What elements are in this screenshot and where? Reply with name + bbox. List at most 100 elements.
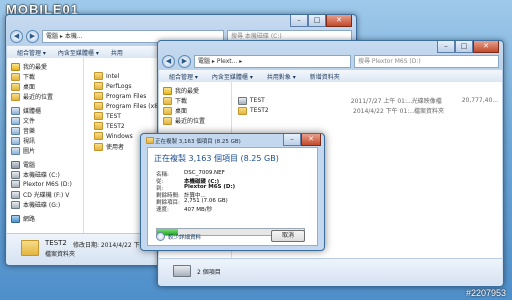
file-row[interactable]: TEST (94, 112, 121, 120)
nav-item[interactable]: 我的最愛 (163, 86, 199, 95)
star-icon (11, 62, 20, 71)
file-row[interactable]: PerfLogs (94, 82, 132, 90)
drive-icon (173, 265, 191, 277)
nav-item[interactable]: CD 光碟機 (F:) V (11, 190, 69, 199)
nav-item-label: CD 光碟機 (F:) V (23, 192, 70, 199)
address-bar[interactable]: 電腦 ▸ Plext... ▸ (194, 54, 351, 68)
nav-item[interactable]: 桌面 (11, 82, 35, 91)
share-button[interactable]: 共用 (111, 48, 123, 57)
folder-icon (163, 116, 172, 125)
folder-icon (94, 102, 103, 110)
nav-item-label: 最近的位置 (23, 94, 54, 101)
maximize-button[interactable]: □ (308, 15, 326, 27)
status-bar: 2 個項目 (159, 258, 502, 285)
nav-item[interactable]: 下載 (163, 96, 187, 105)
detail-row: 速度: 407 MB/秒 (156, 205, 212, 213)
nav-item[interactable]: 媒體櫃 (11, 106, 41, 115)
maximize-button[interactable]: □ (455, 41, 473, 53)
nav-item[interactable]: 文件 (11, 116, 35, 125)
nav-item[interactable]: 最近的位置 (163, 116, 205, 125)
folder-icon (94, 92, 103, 100)
file-name: TEST (106, 112, 121, 120)
organize-button[interactable]: 組合管理 ▾ (169, 72, 198, 81)
minimize-button[interactable]: – (437, 41, 455, 53)
search-input[interactable]: 搜尋 Plextor M6S (D:) (354, 54, 499, 68)
nav-item[interactable]: 音樂 (11, 126, 35, 135)
nav-item-label: 音樂 (23, 128, 36, 135)
back-arrow-icon[interactable]: ◀ (10, 29, 23, 43)
close-button[interactable]: ✕ (473, 41, 499, 53)
nav-item[interactable]: 電腦 (11, 160, 35, 169)
library-icon (11, 116, 20, 125)
cancel-button[interactable]: 取消 (271, 230, 305, 242)
nav-item[interactable]: 本機磁碟 (G:) (11, 200, 60, 209)
close-button[interactable]: ✕ (301, 134, 321, 146)
file-row[interactable]: Windows (94, 132, 133, 140)
file-row[interactable]: Intel (94, 72, 119, 80)
less-details-toggle[interactable]: 較少詳細資料 (156, 232, 201, 241)
forward-arrow-icon[interactable]: ▶ (178, 54, 191, 68)
minimize-button[interactable]: – (290, 15, 308, 27)
nav-item-label: 下載 (23, 74, 36, 81)
folder-icon (94, 112, 103, 120)
dialog-heading: 正在複製 3,163 個項目 (8.25 GB) (154, 154, 279, 163)
nav-item-label: 桌面 (175, 108, 188, 115)
nav-item[interactable]: Plextor M6S (D:) (11, 180, 72, 188)
nav-item-label: 視訊 (23, 138, 36, 145)
organize-button[interactable]: 組合管理 ▾ (17, 48, 46, 57)
nav-item[interactable]: 視訊 (11, 136, 35, 145)
file-row[interactable]: TEST2 2014/4/22 下午 01:... 檔案資料夾 (238, 106, 498, 115)
include-library-button[interactable]: 內含至媒體櫃 ▾ (212, 72, 253, 81)
share-with-button[interactable]: 共用對象 ▾ (267, 72, 296, 81)
close-button[interactable]: ✕ (326, 15, 352, 27)
nav-item-label: 我的最愛 (23, 64, 48, 71)
dialog-controls: – ✕ (283, 134, 321, 146)
folder-icon (94, 132, 103, 140)
file-row[interactable]: Program Files (x86) (94, 102, 164, 110)
nav-item[interactable]: 下載 (11, 72, 35, 81)
detail-value: 407 MB/秒 (184, 207, 213, 213)
dialog-body: 正在複製 3,163 個項目 (8.25 GB) 名稱: DSC_7009.NEF… (147, 147, 318, 246)
folder-icon (163, 96, 172, 105)
nav-item-label: 文件 (23, 118, 36, 125)
include-library-button[interactable]: 內含至媒體櫃 ▾ (58, 48, 99, 57)
forward-arrow-icon[interactable]: ▶ (26, 29, 39, 43)
file-row[interactable]: 使用者 (94, 142, 124, 151)
nav-item-label: 本機磁碟 (G:) (23, 202, 61, 209)
details-name: TEST2 (45, 239, 67, 247)
file-row[interactable]: TEST2 (94, 122, 125, 130)
file-name: TEST2 (106, 122, 125, 130)
folder-icon (94, 72, 103, 80)
file-row[interactable]: Program Files (94, 92, 146, 100)
library-icon (11, 146, 20, 155)
nav-item-label: Plextor M6S (D:) (23, 180, 72, 188)
nav-item-label: 圖片 (23, 148, 36, 155)
nav-item-label: 電腦 (23, 162, 36, 169)
nav-item[interactable]: 桌面 (163, 106, 187, 115)
command-bar: 組合管理 ▾ 內含至媒體櫃 ▾ 共用對象 ▾ 新增資料夾 (159, 69, 502, 83)
file-name: TEST2 (250, 107, 269, 114)
minimize-button[interactable]: – (283, 134, 301, 146)
file-name: PerfLogs (106, 82, 132, 90)
file-name: Intel (106, 72, 120, 80)
back-arrow-icon[interactable]: ◀ (162, 54, 175, 68)
window-controls: – □ ✕ (290, 15, 352, 27)
nav-item[interactable]: 我的最愛 (11, 62, 47, 71)
file-name: TEST (249, 97, 265, 104)
nav-item[interactable]: 圖片 (11, 146, 35, 155)
nav-item-label: 媒體櫃 (23, 108, 42, 115)
file-size: 20,777,40... (461, 97, 498, 104)
drive-icon (11, 190, 20, 199)
nav-item[interactable]: 最近的位置 (11, 92, 53, 101)
nav-item-label: 本機磁碟 (C:) (23, 172, 60, 179)
folder-icon (21, 240, 39, 256)
window-controls: – □ ✕ (437, 41, 499, 53)
drive-icon (11, 170, 20, 179)
nav-item[interactable]: 本機磁碟 (C:) (11, 170, 60, 179)
star-icon (163, 86, 172, 95)
new-folder-button[interactable]: 新增資料夾 (310, 72, 340, 81)
navigation-pane: 我的最愛下載 桌面最近的位置媒體櫃文件音樂視訊圖片電腦本機磁碟 (C:) Plext… (7, 58, 84, 234)
folder-icon (238, 106, 247, 115)
file-row[interactable]: TEST 2011/7/27 上午 01:... 光碟映像檔 20,777,40... (238, 96, 498, 105)
nav-item[interactable]: 網路 (11, 214, 35, 223)
